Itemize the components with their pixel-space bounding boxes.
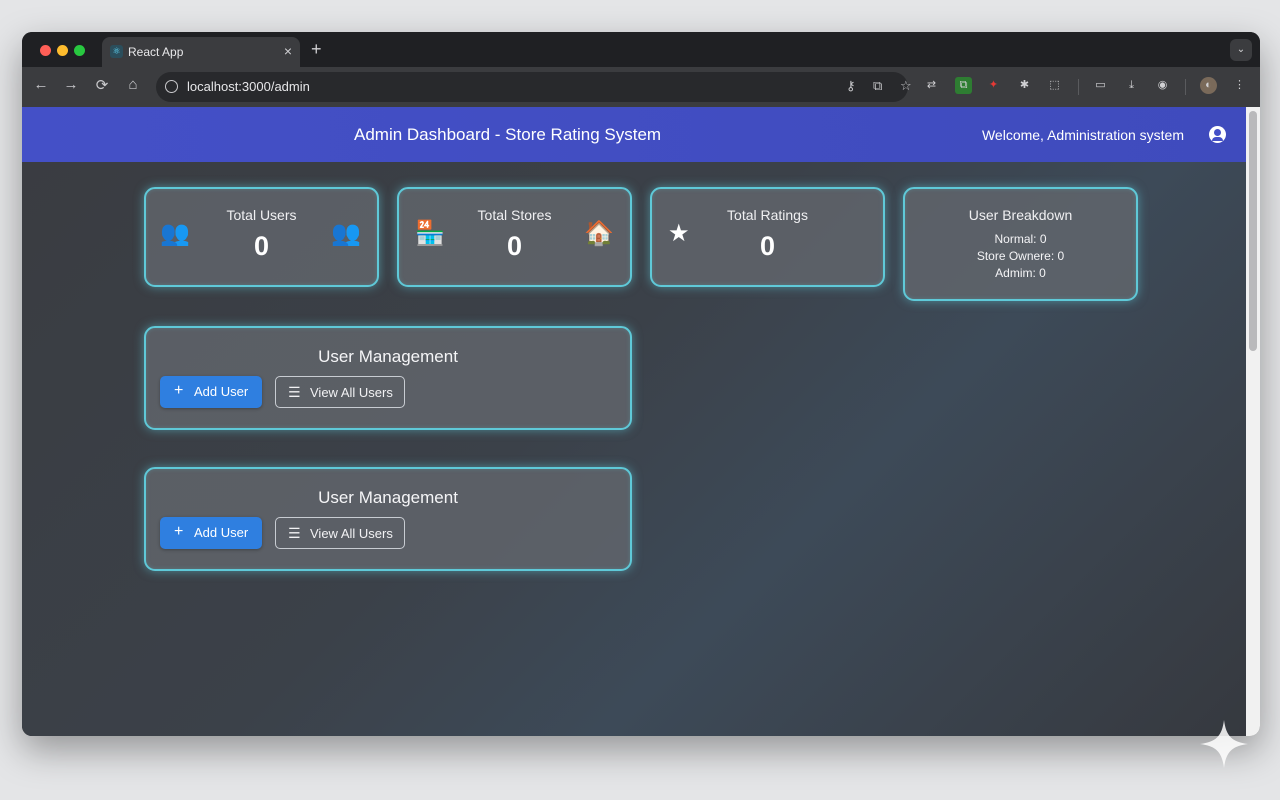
stat-card-total-users: 👥 Total Users 0 👥: [144, 187, 379, 287]
page-scrollbar[interactable]: [1246, 107, 1260, 736]
tab-title: React App: [128, 45, 184, 59]
view-all-users-button[interactable]: ☰ View All Users: [275, 517, 405, 549]
card-title: User Management: [318, 488, 458, 507]
breakdown-title: User Breakdown: [968, 207, 1073, 223]
toolbar-divider: [1185, 79, 1186, 95]
home-button[interactable]: ⌂: [122, 76, 144, 93]
breakdown-admin: Admim: 0: [995, 266, 1046, 280]
install-app-icon[interactable]: ⧉: [873, 78, 882, 94]
plus-icon: +: [174, 523, 184, 540]
tab-strip: ⚛ React App × + ⌄: [22, 32, 1260, 67]
reading-list-icon[interactable]: ▭: [1092, 77, 1109, 94]
button-label: View All Users: [310, 385, 393, 400]
download-icon[interactable]: ⤓: [1123, 77, 1140, 94]
user-account-icon[interactable]: [1209, 126, 1226, 143]
tab-close-icon[interactable]: ×: [284, 43, 292, 59]
user-breakdown-card: User Breakdown Normal: 0 Store Ownere: 0…: [903, 187, 1138, 301]
stat-card-total-stores: 🏪 Total Stores 0 🏠: [397, 187, 632, 287]
user-management-card: User Management + Add User ☰ View All Us…: [144, 467, 632, 571]
app-header: Admin Dashboard - Store Rating System We…: [22, 107, 1246, 162]
stat-label: Total Ratings: [727, 207, 808, 223]
breakdown-store-owners: Store Ownere: 0: [976, 249, 1065, 263]
reload-button[interactable]: ⟳: [91, 76, 113, 94]
tab-react-app[interactable]: ⚛ React App ×: [102, 37, 300, 67]
screenshot-icon[interactable]: ◉: [1154, 77, 1171, 94]
welcome-text: Welcome, Administration system: [981, 127, 1184, 143]
extension-bug-icon[interactable]: ✱: [1016, 77, 1033, 94]
house-icon: 🏠: [584, 220, 614, 247]
key-icon[interactable]: ⚷: [846, 78, 856, 94]
url-text[interactable]: localhost:3000/admin: [187, 79, 310, 94]
extension-pdf-icon[interactable]: ✦: [985, 77, 1002, 94]
bookmark-star-icon[interactable]: ☆: [900, 78, 912, 94]
plus-icon: +: [174, 382, 184, 399]
minimize-window-button[interactable]: [57, 45, 68, 56]
add-user-button[interactable]: + Add User: [160, 517, 262, 549]
forward-button[interactable]: →: [60, 76, 82, 93]
extension-green-icon[interactable]: ⧉: [955, 77, 972, 94]
browser-toolbar: ← → ⟳ ⌂ localhost:3000/admin ⚷ ⧉ ☆ ⇄ ⧉ ✦…: [22, 67, 1260, 107]
stat-card-total-ratings: ★ Total Ratings 0: [650, 187, 885, 287]
button-label: Add User: [194, 384, 249, 399]
browser-menu-icon[interactable]: ⋮: [1231, 77, 1248, 94]
view-all-users-button[interactable]: ☰ View All Users: [275, 376, 405, 408]
maximize-window-button[interactable]: [74, 45, 85, 56]
button-label: Add User: [194, 525, 249, 540]
breakdown-normal: Normal: 0: [994, 232, 1047, 246]
browser-window: ⚛ React App × + ⌄ ← → ⟳ ⌂ localhost:3000…: [22, 32, 1260, 736]
toolbar-divider: [1078, 79, 1079, 95]
site-info-icon[interactable]: [165, 80, 178, 93]
close-window-button[interactable]: [40, 45, 51, 56]
add-user-button[interactable]: + Add User: [160, 376, 262, 408]
page-title: Admin Dashboard - Store Rating System: [354, 125, 662, 144]
profile-avatar-icon[interactable]: ◐: [1200, 77, 1217, 94]
card-title: User Management: [318, 347, 458, 366]
users-icon: 👥: [331, 220, 361, 247]
scrollbar-thumb[interactable]: [1249, 111, 1257, 351]
user-management-card: User Management + Add User ☰ View All Us…: [144, 326, 632, 430]
tab-search-button[interactable]: ⌄: [1230, 39, 1252, 61]
extensions-puzzle-icon[interactable]: ⬚: [1046, 77, 1063, 94]
button-label: View All Users: [310, 526, 393, 541]
extension-sync-icon[interactable]: ⇄: [923, 77, 940, 94]
list-icon: ☰: [288, 384, 301, 400]
sparkle-icon: [1200, 720, 1248, 768]
address-bar[interactable]: localhost:3000/admin ⚷ ⧉ ☆: [156, 72, 912, 102]
page-content: Admin Dashboard - Store Rating System We…: [22, 107, 1246, 736]
react-icon: ⚛: [110, 45, 123, 58]
list-icon: ☰: [288, 525, 301, 541]
new-tab-button[interactable]: +: [311, 39, 322, 60]
back-button[interactable]: ←: [30, 76, 52, 93]
stat-value: 0: [759, 231, 776, 261]
